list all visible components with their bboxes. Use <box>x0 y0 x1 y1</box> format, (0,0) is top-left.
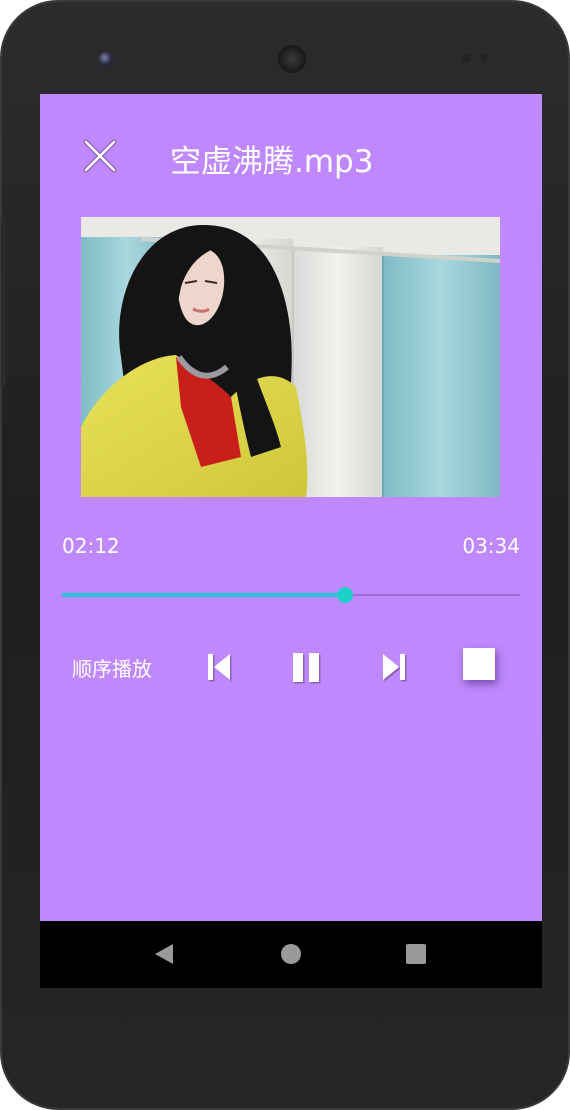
phone-frame: 空虚沸腾.mp3 02:12 03:34 顺序播放 <box>0 0 570 1110</box>
song-title: 空虚沸腾.mp3 <box>170 144 374 180</box>
front-camera <box>99 52 113 66</box>
volume-button <box>1 217 6 387</box>
android-navigation-bar <box>40 921 542 988</box>
stop-button[interactable] <box>463 648 495 680</box>
previous-button[interactable] <box>206 652 234 684</box>
pause-icon <box>293 653 321 684</box>
back-triangle-icon <box>155 944 173 964</box>
close-button[interactable] <box>80 136 120 176</box>
skip-previous-icon <box>208 654 232 682</box>
earpiece-speaker <box>278 45 306 73</box>
nav-home-button[interactable] <box>280 943 302 965</box>
play-mode-button[interactable]: 顺序播放 <box>72 654 152 684</box>
album-cover-image <box>81 217 500 497</box>
nav-back-button[interactable] <box>152 942 176 966</box>
seek-progress <box>62 593 345 597</box>
proximity-sensor <box>462 54 471 63</box>
seek-thumb[interactable] <box>336 587 353 603</box>
home-circle-icon <box>281 944 301 964</box>
next-button[interactable] <box>381 652 409 684</box>
nav-recents-button[interactable] <box>405 943 427 965</box>
close-icon <box>83 139 117 173</box>
pause-button[interactable] <box>290 651 324 685</box>
recents-square-icon <box>406 944 426 964</box>
current-time: 02:12 <box>62 534 120 558</box>
total-time: 03:34 <box>462 534 520 558</box>
music-player-screen: 空虚沸腾.mp3 02:12 03:34 顺序播放 <box>40 94 542 921</box>
light-sensor <box>480 54 487 61</box>
skip-next-icon <box>383 654 407 682</box>
seek-bar[interactable] <box>62 584 520 606</box>
